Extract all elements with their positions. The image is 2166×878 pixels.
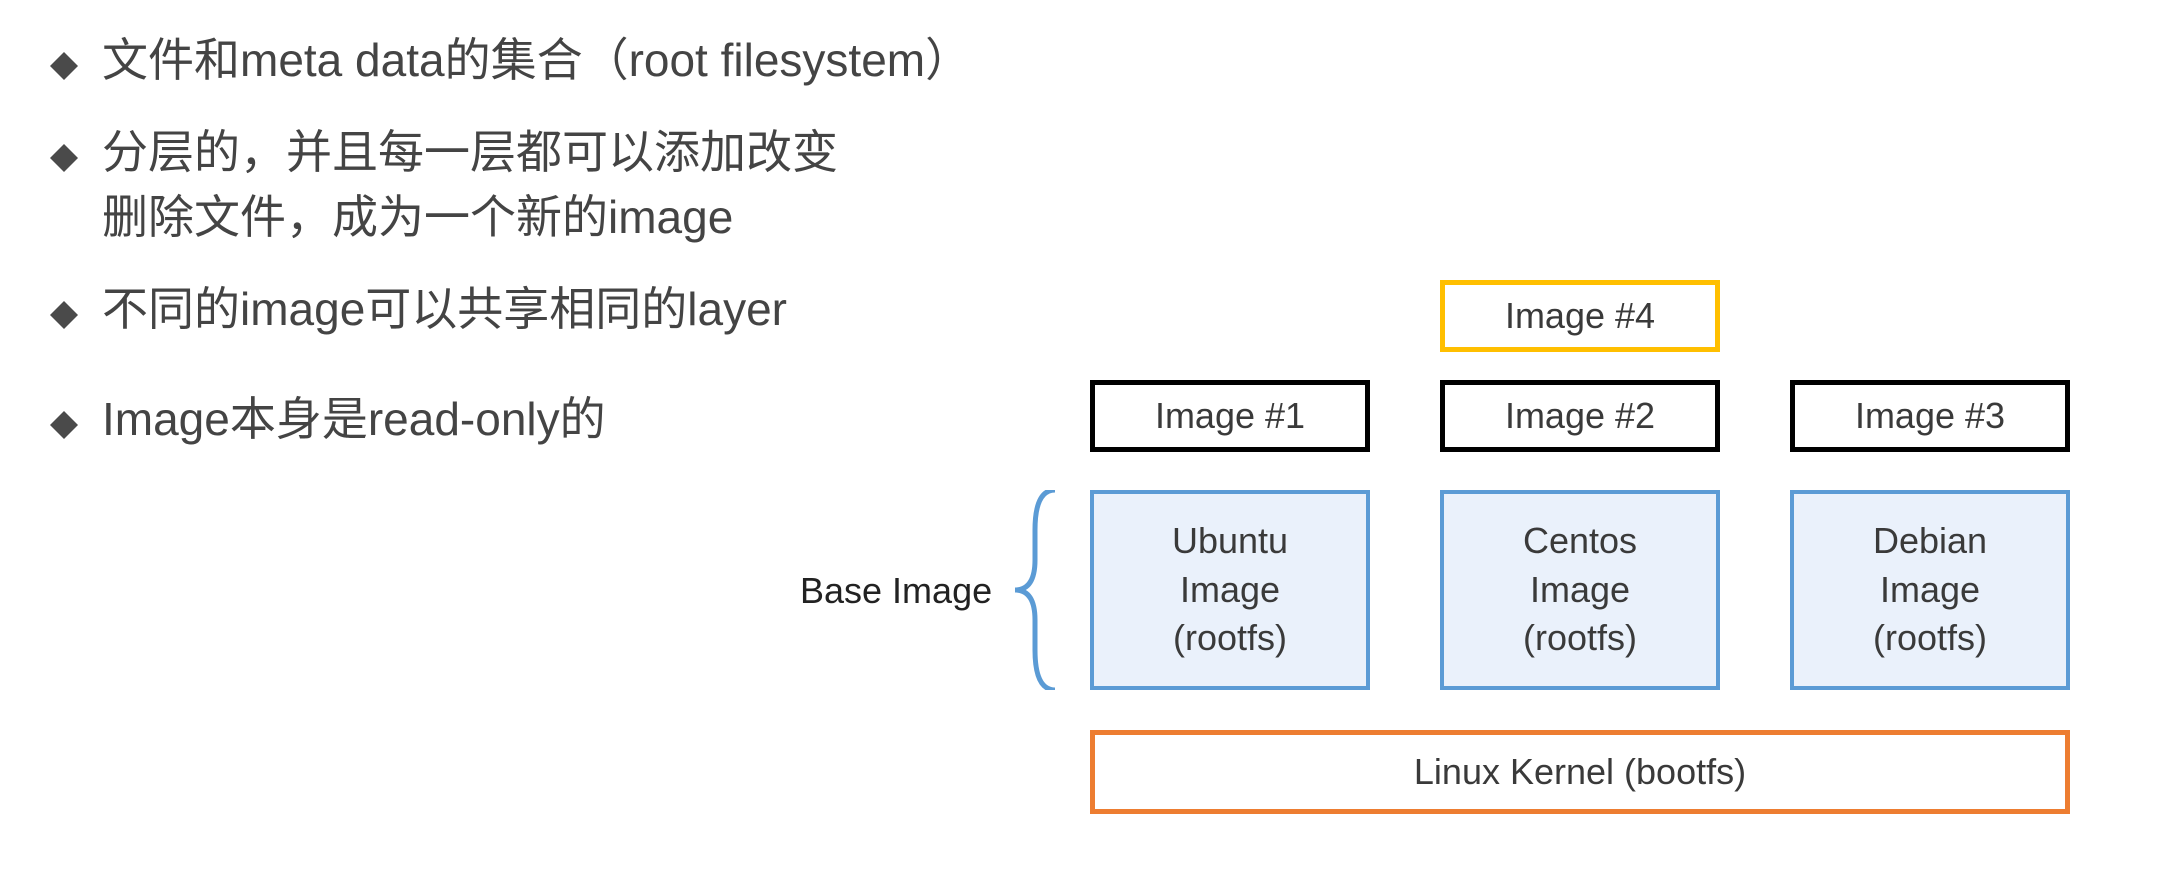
image2-box: Image #2 [1440,380,1720,452]
image3-box: Image #3 [1790,380,2070,452]
image4-box: Image #4 [1440,280,1720,352]
bullet-text: 分层的，并且每一层都可以添加改变 删除文件，成为一个新的image [102,120,838,249]
kernel-box: Linux Kernel (bootfs) [1090,730,2070,814]
diamond-icon [50,287,78,315]
layer-diagram: Base Image Image #4 Image #1 Ubuntu Imag… [800,320,2140,860]
bullet-text: Image本身是read-only的 [102,387,606,451]
ubuntu-base-box: Ubuntu Image (rootfs) [1090,490,1370,690]
base-image-label: Base Image [800,570,992,612]
diamond-icon [50,38,78,66]
centos-base-box: Centos Image (rootfs) [1440,490,1720,690]
bullet-item: 文件和meta data的集合（root filesystem） [50,28,1100,92]
diamond-icon [50,397,78,425]
bullet-text: 不同的image可以共享相同的layer [102,277,787,341]
diamond-icon [50,130,78,158]
brace-icon [1000,490,1060,690]
bullet-text: 文件和meta data的集合（root filesystem） [102,28,971,92]
image1-box: Image #1 [1090,380,1370,452]
bullet-item: 分层的，并且每一层都可以添加改变 删除文件，成为一个新的image [50,120,1100,249]
debian-base-box: Debian Image (rootfs) [1790,490,2070,690]
